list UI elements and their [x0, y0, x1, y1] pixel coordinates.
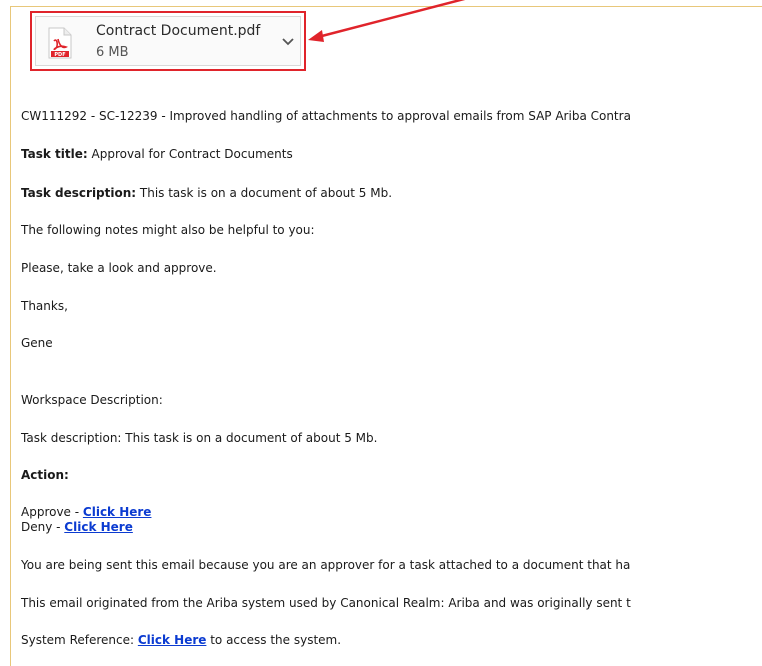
chevron-down-icon[interactable] — [280, 33, 296, 49]
attachment-highlight: PDF Contract Document.pdf 6 MB — [30, 11, 306, 71]
action-heading-text: Action: — [21, 468, 69, 482]
task-title-value: Approval for Contract Documents — [87, 147, 293, 161]
system-reference-suffix: to access the system. — [206, 633, 342, 647]
deny-prefix: Deny - — [21, 520, 65, 534]
sender-name: Gene — [21, 336, 53, 350]
attachment-file-size: 6 MB — [96, 45, 129, 60]
action-heading: Action: — [21, 468, 69, 483]
task-description-value: This task is on a document of about 5 Mb… — [136, 186, 393, 200]
task-description-row: Task description: This task is on a docu… — [21, 186, 392, 201]
notes-intro: The following notes might also be helpfu… — [21, 223, 315, 237]
subject-line: CW111292 - SC-12239 - Improved handling … — [21, 109, 631, 123]
workspace-task-description: Task description: This task is on a docu… — [21, 431, 378, 445]
approve-link[interactable]: Click Here — [83, 505, 152, 519]
sign-off: Thanks, — [21, 299, 68, 313]
system-reference-link[interactable]: Click Here — [138, 633, 207, 647]
task-title-row: Task title: Approval for Contract Docume… — [21, 147, 293, 162]
approver-notice: You are being sent this email because yo… — [21, 558, 631, 572]
note-text: Please, take a look and approve. — [21, 261, 217, 275]
system-reference-prefix: System Reference: — [21, 633, 138, 647]
attachment-file-name: Contract Document.pdf — [96, 23, 261, 39]
approve-row: Approve - Click Here — [21, 505, 151, 520]
system-reference-row: System Reference: Click Here to access t… — [21, 633, 341, 648]
approve-prefix: Approve - — [21, 505, 83, 519]
workspace-description-label: Workspace Description: — [21, 393, 163, 407]
svg-text:PDF: PDF — [54, 52, 65, 58]
origin-notice: This email originated from the Ariba sys… — [21, 596, 631, 610]
deny-link[interactable]: Click Here — [64, 520, 133, 534]
deny-row: Deny - Click Here — [21, 520, 133, 535]
attachment-card[interactable]: PDF Contract Document.pdf 6 MB — [35, 16, 301, 66]
task-title-label: Task title: — [21, 147, 88, 161]
task-description-label: Task description: — [21, 186, 137, 200]
pdf-icon: PDF — [48, 27, 72, 59]
